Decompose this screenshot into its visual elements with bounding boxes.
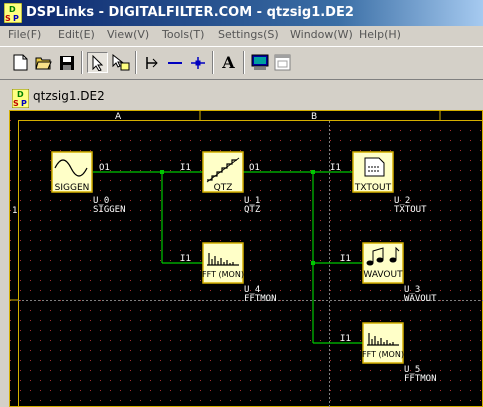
menu-bar: File(F) Edit(E) View(V) Tools(T) Setting… bbox=[0, 26, 483, 44]
svg-text:D: D bbox=[9, 5, 16, 14]
block-type: WAVOUT bbox=[404, 294, 437, 304]
dsp-doc-icon: D S P bbox=[12, 89, 29, 108]
text-tool-icon[interactable]: A bbox=[218, 52, 239, 73]
svg-text:S: S bbox=[5, 14, 11, 23]
block-type: QTZ bbox=[244, 205, 261, 215]
block-symbol-label: TXTOUT bbox=[354, 183, 392, 193]
toolbar-separator bbox=[212, 51, 214, 74]
schematic-canvas[interactable]: A B 1 SIGGEN O1 U_0 SIGGEN QTZ I1 O1 U_1… bbox=[0, 110, 483, 407]
port-label-out: O1 bbox=[99, 163, 110, 173]
menu-settings[interactable]: Settings(S) bbox=[218, 28, 279, 41]
toolbar-separator bbox=[135, 51, 137, 74]
toolbar: A bbox=[0, 46, 483, 80]
window-icon[interactable] bbox=[272, 52, 293, 73]
block-type: FFTMON bbox=[244, 294, 277, 304]
schematic-area: A B 1 SIGGEN O1 U_0 SIGGEN QTZ I1 O1 U_1… bbox=[0, 110, 483, 407]
column-label-b: B bbox=[311, 112, 317, 122]
text-tool-label: A bbox=[222, 53, 235, 72]
menu-edit[interactable]: Edit(E) bbox=[58, 28, 95, 41]
menu-view[interactable]: View(V) bbox=[107, 28, 149, 41]
window-titlebar[interactable]: D S P DSPLinks - DIGITALFILTER.COM - qtz… bbox=[0, 0, 483, 26]
menu-help[interactable]: Help(H) bbox=[359, 28, 401, 41]
svg-text:S: S bbox=[13, 99, 19, 108]
svg-text:P: P bbox=[21, 99, 27, 108]
block-symbol-label: FFT (MON) bbox=[362, 350, 404, 359]
new-file-icon[interactable] bbox=[10, 52, 31, 73]
port-label-in: I1 bbox=[330, 163, 341, 173]
open-folder-icon[interactable] bbox=[33, 52, 54, 73]
port-label-in: I1 bbox=[340, 254, 351, 264]
document-title: qtzsig1.DE2 bbox=[33, 89, 105, 103]
port-label-out: O1 bbox=[249, 163, 260, 173]
block-type: SIGGEN bbox=[93, 205, 126, 215]
block-symbol-label: QTZ bbox=[214, 183, 233, 193]
menu-tools[interactable]: Tools(T) bbox=[162, 28, 204, 41]
block-type: FFTMON bbox=[404, 374, 437, 384]
select-pointer-icon[interactable] bbox=[87, 52, 108, 73]
svg-text:D: D bbox=[17, 90, 24, 99]
move-pointer-icon[interactable] bbox=[110, 52, 131, 73]
port-label-in: I1 bbox=[340, 334, 351, 344]
junction-dot bbox=[311, 261, 315, 265]
svg-text:P: P bbox=[13, 14, 19, 23]
window-title: DSPLinks - DIGITALFILTER.COM - qtzsig1.D… bbox=[26, 5, 354, 20]
line-tool-icon[interactable] bbox=[164, 52, 185, 73]
block-symbol-label: SIGGEN bbox=[55, 183, 90, 193]
block-type: TXTOUT bbox=[394, 205, 427, 215]
save-icon[interactable] bbox=[56, 52, 77, 73]
column-label-a: A bbox=[115, 112, 122, 122]
toolbar-separator bbox=[243, 51, 245, 74]
toolbar-separator bbox=[81, 51, 83, 74]
junction-dot bbox=[311, 170, 315, 174]
block-symbol-label: FFT (MON) bbox=[202, 270, 244, 279]
dsp-app-icon: D S P bbox=[4, 3, 22, 23]
row-label-1: 1 bbox=[12, 206, 18, 216]
document-titlebar[interactable]: D S P qtzsig1.DE2 bbox=[0, 82, 483, 110]
wire-tool-icon[interactable] bbox=[141, 52, 162, 73]
menu-window[interactable]: Window(W) bbox=[290, 28, 353, 41]
port-label-in: I1 bbox=[180, 163, 191, 173]
junction-tool-icon[interactable] bbox=[187, 52, 208, 73]
port-label-in: I1 bbox=[180, 254, 191, 264]
junction-dot bbox=[160, 170, 164, 174]
monitor-icon[interactable] bbox=[249, 52, 270, 73]
menu-file[interactable]: File(F) bbox=[8, 28, 41, 41]
block-symbol-label: WAVOUT bbox=[363, 270, 403, 280]
